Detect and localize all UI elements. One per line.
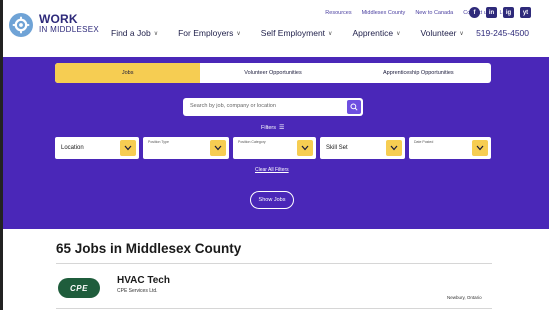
nav-self-employment[interactable]: Self Employment ∨ <box>261 28 333 38</box>
job-title[interactable]: HVAC Tech <box>117 275 170 286</box>
search-icon <box>350 103 358 111</box>
phone-number[interactable]: 519-245-4500 <box>476 28 529 38</box>
company-logo[interactable]: CPE <box>58 278 100 298</box>
youtube-icon[interactable]: yt <box>520 7 531 18</box>
nav-for-employers[interactable]: For Employers ∨ <box>178 28 241 38</box>
util-link-middlesex-county[interactable]: Middlesex County <box>362 10 406 16</box>
filter-position-type[interactable]: Position Type <box>143 137 229 159</box>
logo-icon[interactable] <box>9 13 33 37</box>
search-input[interactable]: Search by job, company or location <box>183 98 363 116</box>
search-button[interactable] <box>347 100 361 114</box>
divider <box>56 263 492 264</box>
nav-find-a-job[interactable]: Find a Job ∨ <box>111 28 158 38</box>
chevron-down-icon: ∨ <box>459 30 464 37</box>
chevron-down-icon: ∨ <box>328 30 333 37</box>
nav-volunteer[interactable]: Volunteer ∨ <box>420 28 463 38</box>
page: WORK IN MIDDLESEX Resources Middlesex Co… <box>0 0 549 310</box>
chevron-down-icon: ∨ <box>153 30 159 37</box>
search-placeholder: Search by job, company or location <box>190 103 276 109</box>
chevron-down-icon <box>210 140 226 156</box>
show-jobs-button[interactable]: Show Jobs <box>250 191 294 209</box>
job-location: Newbury, Ontario <box>447 295 482 300</box>
linkedin-icon[interactable]: in <box>486 7 497 18</box>
site-header: WORK IN MIDDLESEX Resources Middlesex Co… <box>3 0 549 57</box>
filter-date-posted[interactable]: Date Posted <box>409 137 491 159</box>
filter-skill-set[interactable]: Skill Set <box>320 137 405 159</box>
filter-position-category[interactable]: Position Category <box>233 137 316 159</box>
filter-sliders-icon: ☰ <box>278 125 285 131</box>
results-heading: 65 Jobs in Middlesex County <box>56 241 242 256</box>
tab-apprenticeship-opportunities[interactable]: Apprenticeship Opportunities <box>346 63 491 83</box>
chevron-down-icon <box>297 140 313 156</box>
chevron-down-icon <box>120 140 136 156</box>
filter-row: Location Position Type Position Category… <box>55 137 491 159</box>
filter-location[interactable]: Location <box>55 137 139 159</box>
util-link-new-to-canada[interactable]: New to Canada <box>415 10 453 16</box>
search-panel: Jobs Volunteer Opportunities Apprentices… <box>3 57 549 229</box>
facebook-icon[interactable]: f <box>469 7 480 18</box>
tab-volunteer-opportunities[interactable]: Volunteer Opportunities <box>200 63 345 83</box>
brand-subtitle[interactable]: IN MIDDLESEX <box>39 25 99 34</box>
chevron-down-icon <box>386 140 402 156</box>
opportunity-tabs: Jobs Volunteer Opportunities Apprentices… <box>55 63 491 83</box>
util-link-resources[interactable]: Resources <box>325 10 351 16</box>
clear-filters-link[interactable]: Clear All Filters <box>255 167 289 173</box>
main-nav: Find a Job ∨ For Employers ∨ Self Employme… <box>111 28 464 38</box>
brand-name[interactable]: WORK <box>39 12 78 26</box>
social-links: f in ig yt <box>469 7 531 18</box>
job-company: CPE Services Ltd. <box>117 288 158 294</box>
tab-jobs[interactable]: Jobs <box>55 63 201 83</box>
divider <box>56 308 492 309</box>
chevron-down-icon: ∨ <box>236 30 241 37</box>
instagram-icon[interactable]: ig <box>503 7 514 18</box>
chevron-down-icon <box>472 140 488 156</box>
nav-apprentice[interactable]: Apprentice ∨ <box>352 28 400 38</box>
chevron-down-icon: ∨ <box>396 30 401 37</box>
filters-toggle[interactable]: Filters ☰ <box>261 124 285 132</box>
